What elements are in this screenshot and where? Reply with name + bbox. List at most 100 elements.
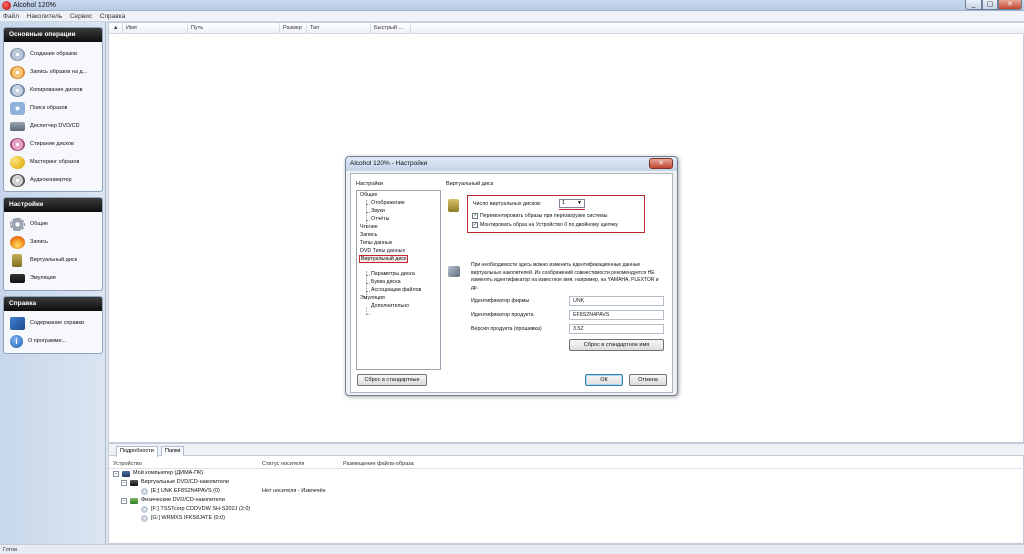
column-media-status[interactable]: Статус носителя <box>262 461 304 467</box>
tab-details[interactable]: Подробности <box>116 446 158 457</box>
tree-item-label: Виртуальные DVD/CD-накопители <box>141 479 229 485</box>
vd-count-select[interactable]: 1 ▼ <box>559 199 585 208</box>
sidebar-item-drive-manager[interactable]: Диспетчер DVD/CD <box>4 117 102 135</box>
collapse-toggle[interactable]: − <box>113 470 119 477</box>
remount-checkbox-row[interactable]: ✓ Перемонтировать образы при перезагрузк… <box>472 213 607 219</box>
menu-file[interactable]: Файл <box>0 11 22 20</box>
product-id-field[interactable]: EF8S2N4PAVS <box>569 310 664 320</box>
panel-title-basic: Основные операции <box>4 28 102 42</box>
column-device[interactable]: Устройство <box>113 461 142 467</box>
sidebar-item-label: О программе... <box>28 338 67 344</box>
devices-header: Устройство Статус носителя Размещение фа… <box>109 459 1024 469</box>
sidebar-item-label: Диспетчер DVD/CD <box>30 123 80 129</box>
settings-tree-general[interactable]: Общие <box>360 192 377 198</box>
tree-connector <box>366 291 370 292</box>
help-panel: Справка Содержание справки i О программе.… <box>3 296 103 354</box>
tree-item-my-computer[interactable]: − Мой компьютер (ДИМА-ПК) <box>113 469 203 478</box>
settings-tree-file-assoc[interactable]: Ассоциации файлов <box>371 287 421 293</box>
dblclick-mount-checkbox[interactable]: ✓ <box>472 222 478 228</box>
settings-tree-reports[interactable]: Отчёты <box>371 216 390 222</box>
settings-tree-virtual-disk[interactable]: Виртуальный диск <box>359 255 409 263</box>
sidebar-item-label: Мастеринг образов <box>30 159 80 165</box>
collapse-toggle[interactable]: − <box>121 497 127 504</box>
dropdown-arrow-icon: ▼ <box>577 200 582 206</box>
vd-count-label: Число виртуальных дисков: <box>473 201 542 207</box>
settings-tree-writing[interactable]: Запись <box>360 232 377 238</box>
vendor-id-field[interactable]: UNK <box>569 296 664 306</box>
mastering-icon <box>10 155 25 169</box>
tree-item-drive-g[interactable]: [G:] WRMXS IFKS6J4TE (0:0) <box>141 514 225 523</box>
sidebar-item-audio-converter[interactable]: Аудиоконвертер <box>4 171 102 189</box>
remount-checkbox[interactable]: ✓ <box>472 213 478 219</box>
gear-icon <box>10 217 25 231</box>
sidebar: Основные операции Создание образов Запис… <box>0 22 106 544</box>
tree-item-label: [G:] WRMXS IFKS6J4TE (0:0) <box>151 515 225 521</box>
close-button[interactable]: ✕ <box>998 0 1022 10</box>
sidebar-item-copy-disc[interactable]: Копирование дисков <box>4 81 102 99</box>
dialog-close-button[interactable]: ✕ <box>649 158 673 169</box>
sidebar-item-label: Содержание справки <box>30 320 84 326</box>
menu-help[interactable]: Справка <box>97 11 129 20</box>
settings-tree-drive-letter[interactable]: Буква диска <box>371 279 401 285</box>
audio-converter-icon <box>10 173 25 187</box>
sidebar-item-find-images[interactable]: Поиск образов <box>4 99 102 117</box>
menu-drive[interactable]: Накопитель <box>24 11 65 20</box>
sidebar-item-help-contents[interactable]: Содержание справки <box>4 314 102 332</box>
sidebar-item-create-image[interactable]: Создание образов <box>4 45 102 63</box>
settings-tree-display[interactable]: Отображение <box>371 200 405 206</box>
settings-tree-advanced[interactable]: Дополнительно <box>371 303 409 309</box>
highlight-frame: Число виртуальных дисков: 1 ▼ ✓ Перемонт… <box>467 195 645 233</box>
column-path[interactable]: Путь <box>188 23 280 34</box>
settings-tree-disk-params[interactable]: Параметры диска <box>371 271 415 277</box>
column-size[interactable]: Размер <box>280 23 307 34</box>
reset-defaults-button[interactable]: Сброс в стандартные <box>357 374 427 386</box>
settings-tree-sounds[interactable]: Звуки <box>371 208 385 214</box>
maximize-button[interactable]: ▢ <box>982 0 998 10</box>
collapse-toggle[interactable]: − <box>121 479 127 486</box>
cd-drive-icon <box>141 488 148 495</box>
drive-manager-icon <box>10 121 25 131</box>
ok-button[interactable]: ОК <box>585 374 623 386</box>
settings-tree-reading[interactable]: Чтение <box>360 224 378 230</box>
window-title: Alcohol 120% <box>13 2 56 9</box>
settings-tree[interactable]: Общие Отображение Звуки Отчёты Чтение За… <box>356 190 441 370</box>
revision-field[interactable]: 3.5Z <box>569 324 664 334</box>
dblclick-mount-checkbox-row[interactable]: ✓ Монтировать образ на Устройство 0 по д… <box>472 222 618 228</box>
tab-folders[interactable]: Папки <box>161 446 185 456</box>
sidebar-item-erase-disc[interactable]: Стирание дисков <box>4 135 102 153</box>
tree-item-label: Мой компьютер (ДИМА-ПК) <box>133 470 204 476</box>
dialog-titlebar[interactable]: Alcohol 120% - Настройки ✕ <box>346 157 677 171</box>
fire-icon <box>10 235 25 249</box>
cd-drive-icon <box>141 515 148 522</box>
sidebar-item-general[interactable]: Общие <box>4 215 102 233</box>
settings-tree-emulation[interactable]: Эмуляция <box>360 295 385 301</box>
settings-tree-dvd-data-types[interactable]: DVD Типы данных <box>360 248 405 254</box>
sidebar-item-burn-image[interactable]: Запись образов на д... <box>4 63 102 81</box>
sidebar-item-about[interactable]: i О программе... <box>4 332 102 350</box>
vd-count-value: 1 <box>562 200 566 206</box>
emulation-icon <box>10 273 25 283</box>
tree-item-virtual-drives[interactable]: − Виртуальные DVD/CD-накопители <box>121 478 229 487</box>
sidebar-item-label: Запись <box>30 239 49 245</box>
sidebar-item-burning[interactable]: Запись <box>4 233 102 251</box>
column-image-location[interactable]: Размещение файла-образа <box>343 461 414 467</box>
column-type[interactable]: Тип <box>307 23 371 34</box>
minimize-button[interactable]: _ <box>965 0 982 10</box>
cancel-button[interactable]: Отмена <box>629 374 667 386</box>
sidebar-item-virtual-disk[interactable]: Виртуальный диск <box>4 251 102 269</box>
column-quick[interactable]: Быстрый ... <box>371 23 411 34</box>
column-name[interactable]: Имя <box>123 23 188 34</box>
reset-ids-button[interactable]: Сброс в стандартное имя <box>569 339 664 351</box>
menu-bar: Файл Накопитель Сервис Справка <box>0 11 1024 22</box>
computer-icon <box>122 470 130 477</box>
sidebar-item-emulation[interactable]: Эмуляция <box>4 269 102 287</box>
tree-item-physical-drives[interactable]: − Физические DVD/CD-накопители <box>121 496 225 505</box>
menu-service[interactable]: Сервис <box>67 11 95 20</box>
settings-tree-data-types[interactable]: Типы данных <box>360 240 392 246</box>
settings-tree-pane: Настройки Общие Отображение Звуки Отчёты… <box>356 181 441 371</box>
tree-item-drive-f[interactable]: [F:] TSSTcorp CDDVDW SH-S202J (2:0) <box>141 505 250 514</box>
tree-item-label: Физические DVD/CD-накопители <box>141 497 225 503</box>
settings-tree-label: Настройки <box>356 181 383 187</box>
sidebar-item-mastering[interactable]: Мастеринг образов <box>4 153 102 171</box>
tree-item-drive-e[interactable]: [E:] UNK EF8S2N4PAVS (0) <box>141 487 220 496</box>
